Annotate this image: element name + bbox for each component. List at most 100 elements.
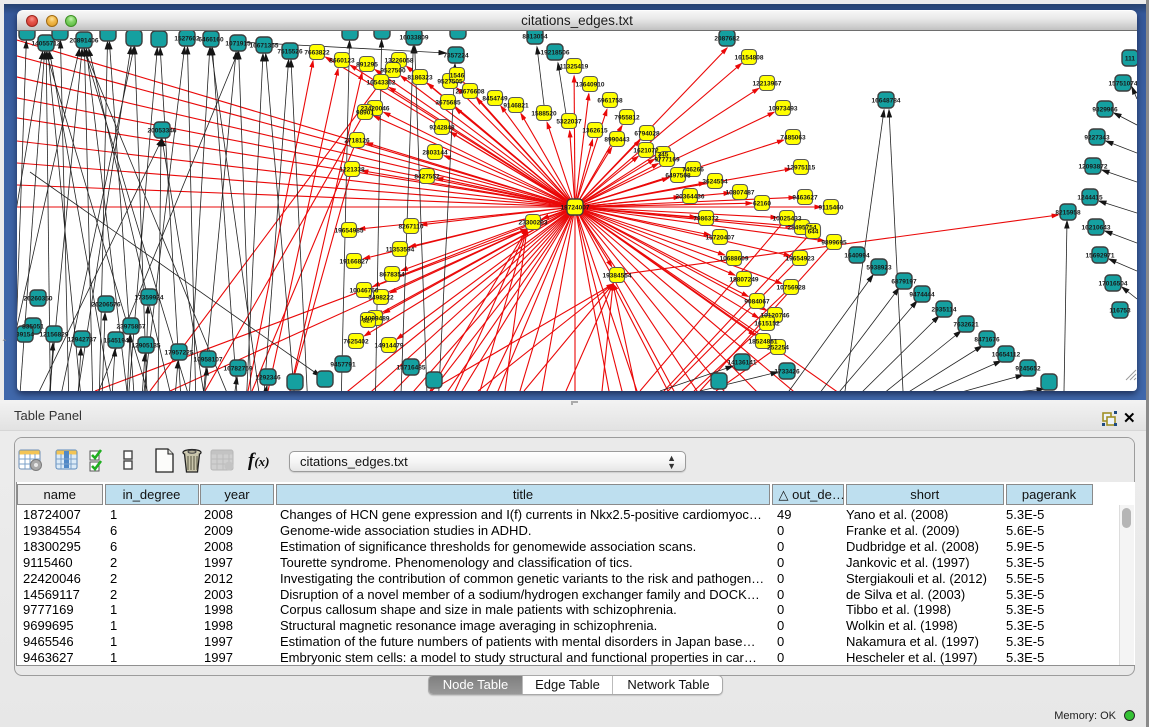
svg-text:7663822: 7663822 <box>304 50 330 57</box>
svg-text:1615152: 1615152 <box>754 321 780 328</box>
svg-text:8990443: 8990443 <box>604 137 630 144</box>
svg-text:1546: 1546 <box>450 73 465 80</box>
svg-text:1588520: 1588520 <box>531 111 557 118</box>
svg-text:7625402: 7625402 <box>343 339 369 346</box>
svg-text:16154808: 16154808 <box>735 55 764 62</box>
svg-text:23975867: 23975867 <box>117 324 146 331</box>
svg-text:1733426: 1733426 <box>774 369 800 376</box>
svg-text:10958107: 10958107 <box>194 357 223 364</box>
svg-text:20053346: 20053346 <box>148 128 177 135</box>
svg-text:7632621: 7632621 <box>953 322 979 329</box>
svg-text:8267110: 8267110 <box>399 224 424 231</box>
svg-text:10654112: 10654112 <box>992 352 1021 359</box>
svg-text:16782759: 16782759 <box>224 366 253 373</box>
svg-text:10046766: 10046766 <box>350 288 379 295</box>
svg-text:19218506: 19218506 <box>541 50 570 57</box>
svg-text:12942737: 12942737 <box>68 337 97 344</box>
svg-text:12093872: 12093872 <box>1079 164 1108 171</box>
svg-text:11325419: 11325419 <box>560 64 589 71</box>
svg-text:9777169: 9777169 <box>654 157 680 164</box>
svg-text:10756928: 10756928 <box>777 285 806 292</box>
svg-text:835051: 835051 <box>22 324 44 331</box>
svg-text:1640994: 1640994 <box>844 253 870 260</box>
svg-text:18807249: 18807249 <box>730 277 759 284</box>
svg-text:1071915: 1071915 <box>225 41 251 48</box>
svg-text:2087682: 2087682 <box>714 36 740 43</box>
svg-text:10973493: 10973493 <box>769 106 798 113</box>
svg-text:12213967: 12213967 <box>753 81 782 88</box>
svg-text:16210643: 16210643 <box>1082 225 1111 232</box>
svg-text:11353594: 11353594 <box>386 247 415 254</box>
svg-text:26206576: 26206576 <box>92 302 121 309</box>
svg-text:9527505: 9527505 <box>437 79 463 86</box>
svg-text:8813054: 8813054 <box>522 34 548 41</box>
svg-text:98901: 98901 <box>356 110 374 117</box>
svg-text:7485063: 7485063 <box>780 135 806 142</box>
svg-text:1527602: 1527602 <box>174 36 200 43</box>
svg-text:9463627: 9463627 <box>792 195 818 202</box>
svg-text:6466160: 6466160 <box>198 37 224 44</box>
svg-text:39154: 39154 <box>17 332 34 339</box>
svg-text:17359924: 17359924 <box>135 295 164 302</box>
svg-text:9474444: 9474444 <box>909 292 935 299</box>
svg-text:6961758: 6961758 <box>597 98 623 105</box>
svg-text:23300203: 23300203 <box>519 220 548 227</box>
svg-text:14055712: 14055712 <box>32 41 61 48</box>
svg-text:1292346: 1292346 <box>255 375 281 382</box>
svg-text:12975115: 12975115 <box>787 165 816 172</box>
svg-text:2718126: 2718126 <box>344 138 370 145</box>
svg-text:13640910: 13640910 <box>576 82 605 89</box>
svg-text:3624554: 3624554 <box>702 179 728 186</box>
svg-text:12905135: 12905135 <box>132 343 161 350</box>
svg-text:2935114: 2935114 <box>932 307 957 314</box>
svg-text:6794028: 6794028 <box>634 131 660 138</box>
svg-text:12156829: 12156829 <box>40 332 69 339</box>
svg-text:16543362: 16543362 <box>367 80 396 87</box>
svg-text:891295: 891295 <box>356 62 378 69</box>
svg-text:9146821: 9146821 <box>503 103 529 110</box>
svg-text:7357224: 7357224 <box>443 53 469 60</box>
svg-text:15751074: 15751074 <box>1109 81 1137 88</box>
svg-text:9899695: 9899695 <box>821 240 847 247</box>
svg-text:6879197: 6879197 <box>891 279 917 286</box>
svg-text:62160: 62160 <box>753 201 771 208</box>
svg-text:9527500: 9527500 <box>380 68 406 75</box>
svg-text:1545194: 1545194 <box>103 338 129 345</box>
svg-text:9084067: 9084067 <box>744 299 770 306</box>
svg-text:10025433: 10025433 <box>773 216 802 223</box>
svg-text:20364436: 20364436 <box>676 194 705 201</box>
svg-text:10807487: 10807487 <box>726 190 755 197</box>
svg-text:1244415: 1244415 <box>1077 195 1103 202</box>
svg-text:327: 327 <box>363 318 374 325</box>
svg-text:8454749: 8454749 <box>482 96 508 103</box>
svg-text:13226058: 13226058 <box>385 58 414 65</box>
svg-text:10120746: 10120746 <box>761 313 790 320</box>
svg-text:111: 111 <box>1125 56 1136 63</box>
svg-text:19654985: 19654985 <box>335 228 364 235</box>
svg-text:8186323: 8186323 <box>407 75 433 82</box>
svg-text:9227343: 9227343 <box>1084 135 1110 142</box>
svg-text:16648784: 16648784 <box>872 98 901 105</box>
svg-text:26260350: 26260350 <box>24 296 53 303</box>
svg-text:17957225: 17957225 <box>165 350 194 357</box>
svg-text:644: 644 <box>808 229 819 236</box>
svg-text:15720407: 15720407 <box>706 235 735 242</box>
svg-text:9329966: 9329966 <box>1092 107 1118 114</box>
svg-text:1621072: 1621072 <box>633 148 659 155</box>
svg-text:23676608: 23676608 <box>456 89 485 96</box>
svg-text:7955812: 7955812 <box>614 115 640 122</box>
svg-text:1362615: 1362615 <box>582 128 608 135</box>
svg-text:8678354: 8678354 <box>379 272 405 279</box>
svg-text:2803144: 2803144 <box>422 150 448 157</box>
svg-text:17016504: 17016504 <box>1099 281 1128 288</box>
svg-text:3498222: 3498222 <box>368 295 394 302</box>
svg-text:10688609: 10688609 <box>720 256 749 263</box>
svg-text:15692971: 15692971 <box>1086 253 1115 260</box>
svg-text:20891406: 20891406 <box>70 38 99 45</box>
svg-text:116753: 116753 <box>1109 308 1131 315</box>
svg-text:8427552: 8427552 <box>414 174 440 181</box>
svg-text:5938923: 5938923 <box>866 265 892 272</box>
svg-text:9245652: 9245652 <box>1015 366 1041 373</box>
svg-text:14914479: 14914479 <box>375 343 404 350</box>
svg-text:16671355: 16671355 <box>250 43 279 50</box>
